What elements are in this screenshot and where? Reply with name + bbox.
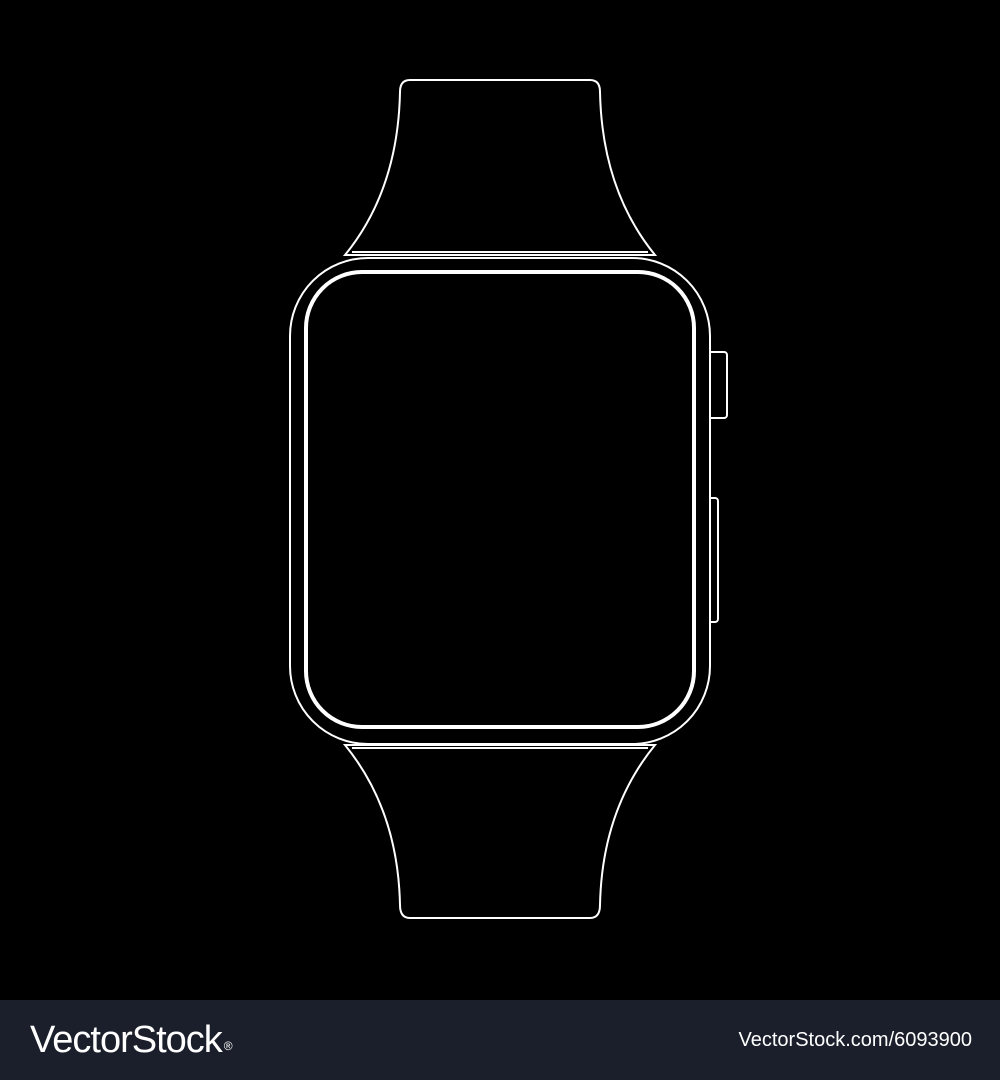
watermark-footer: VectorStock ® VectorStock.com/6093900 bbox=[0, 1000, 1000, 1080]
watch-screen bbox=[304, 270, 696, 729]
watch-bottom-strap bbox=[342, 744, 658, 919]
watch-top-strap bbox=[342, 79, 658, 256]
image-id-label: VectorStock.com/6093900 bbox=[738, 1029, 972, 1051]
brand-logo: VectorStock ® bbox=[30, 1014, 233, 1066]
registered-mark: ® bbox=[223, 1039, 233, 1053]
illustration-canvas bbox=[0, 0, 1000, 1000]
smartwatch-icon bbox=[289, 79, 728, 919]
brand-name: VectorStock bbox=[30, 1019, 223, 1061]
